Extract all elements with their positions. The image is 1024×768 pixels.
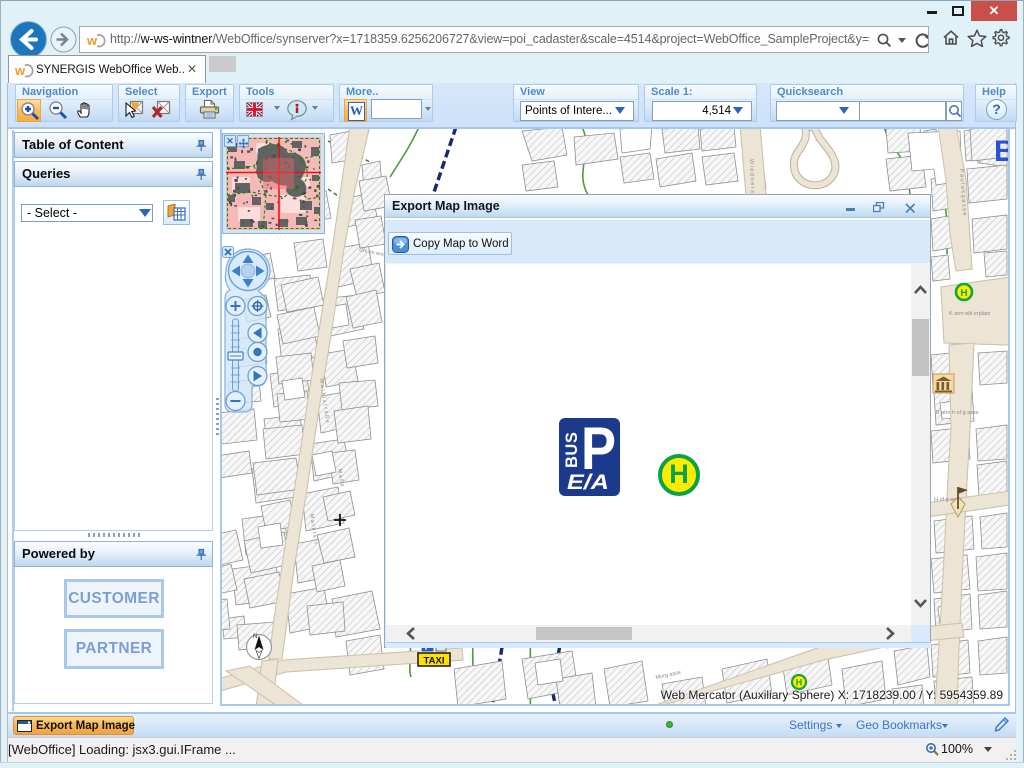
svg-text:w: w <box>15 63 26 78</box>
svg-text:E/A: E/A <box>567 470 609 494</box>
svg-text:K arm elit erplatz: K arm elit erplatz <box>949 311 991 317</box>
svg-text:H: H <box>796 678 803 688</box>
svg-text:TAXI: TAXI <box>424 656 445 667</box>
svg-text:B ahn h of g asse: B ahn h of g asse <box>936 410 979 416</box>
svg-text:H: H <box>960 288 967 299</box>
svg-text:BUS: BUS <box>563 432 581 468</box>
svg-text:w: w <box>87 33 98 48</box>
svg-text:N: N <box>253 634 257 640</box>
svg-text:B: B <box>994 135 1008 168</box>
svg-text:Murg asse: Murg asse <box>655 670 681 681</box>
